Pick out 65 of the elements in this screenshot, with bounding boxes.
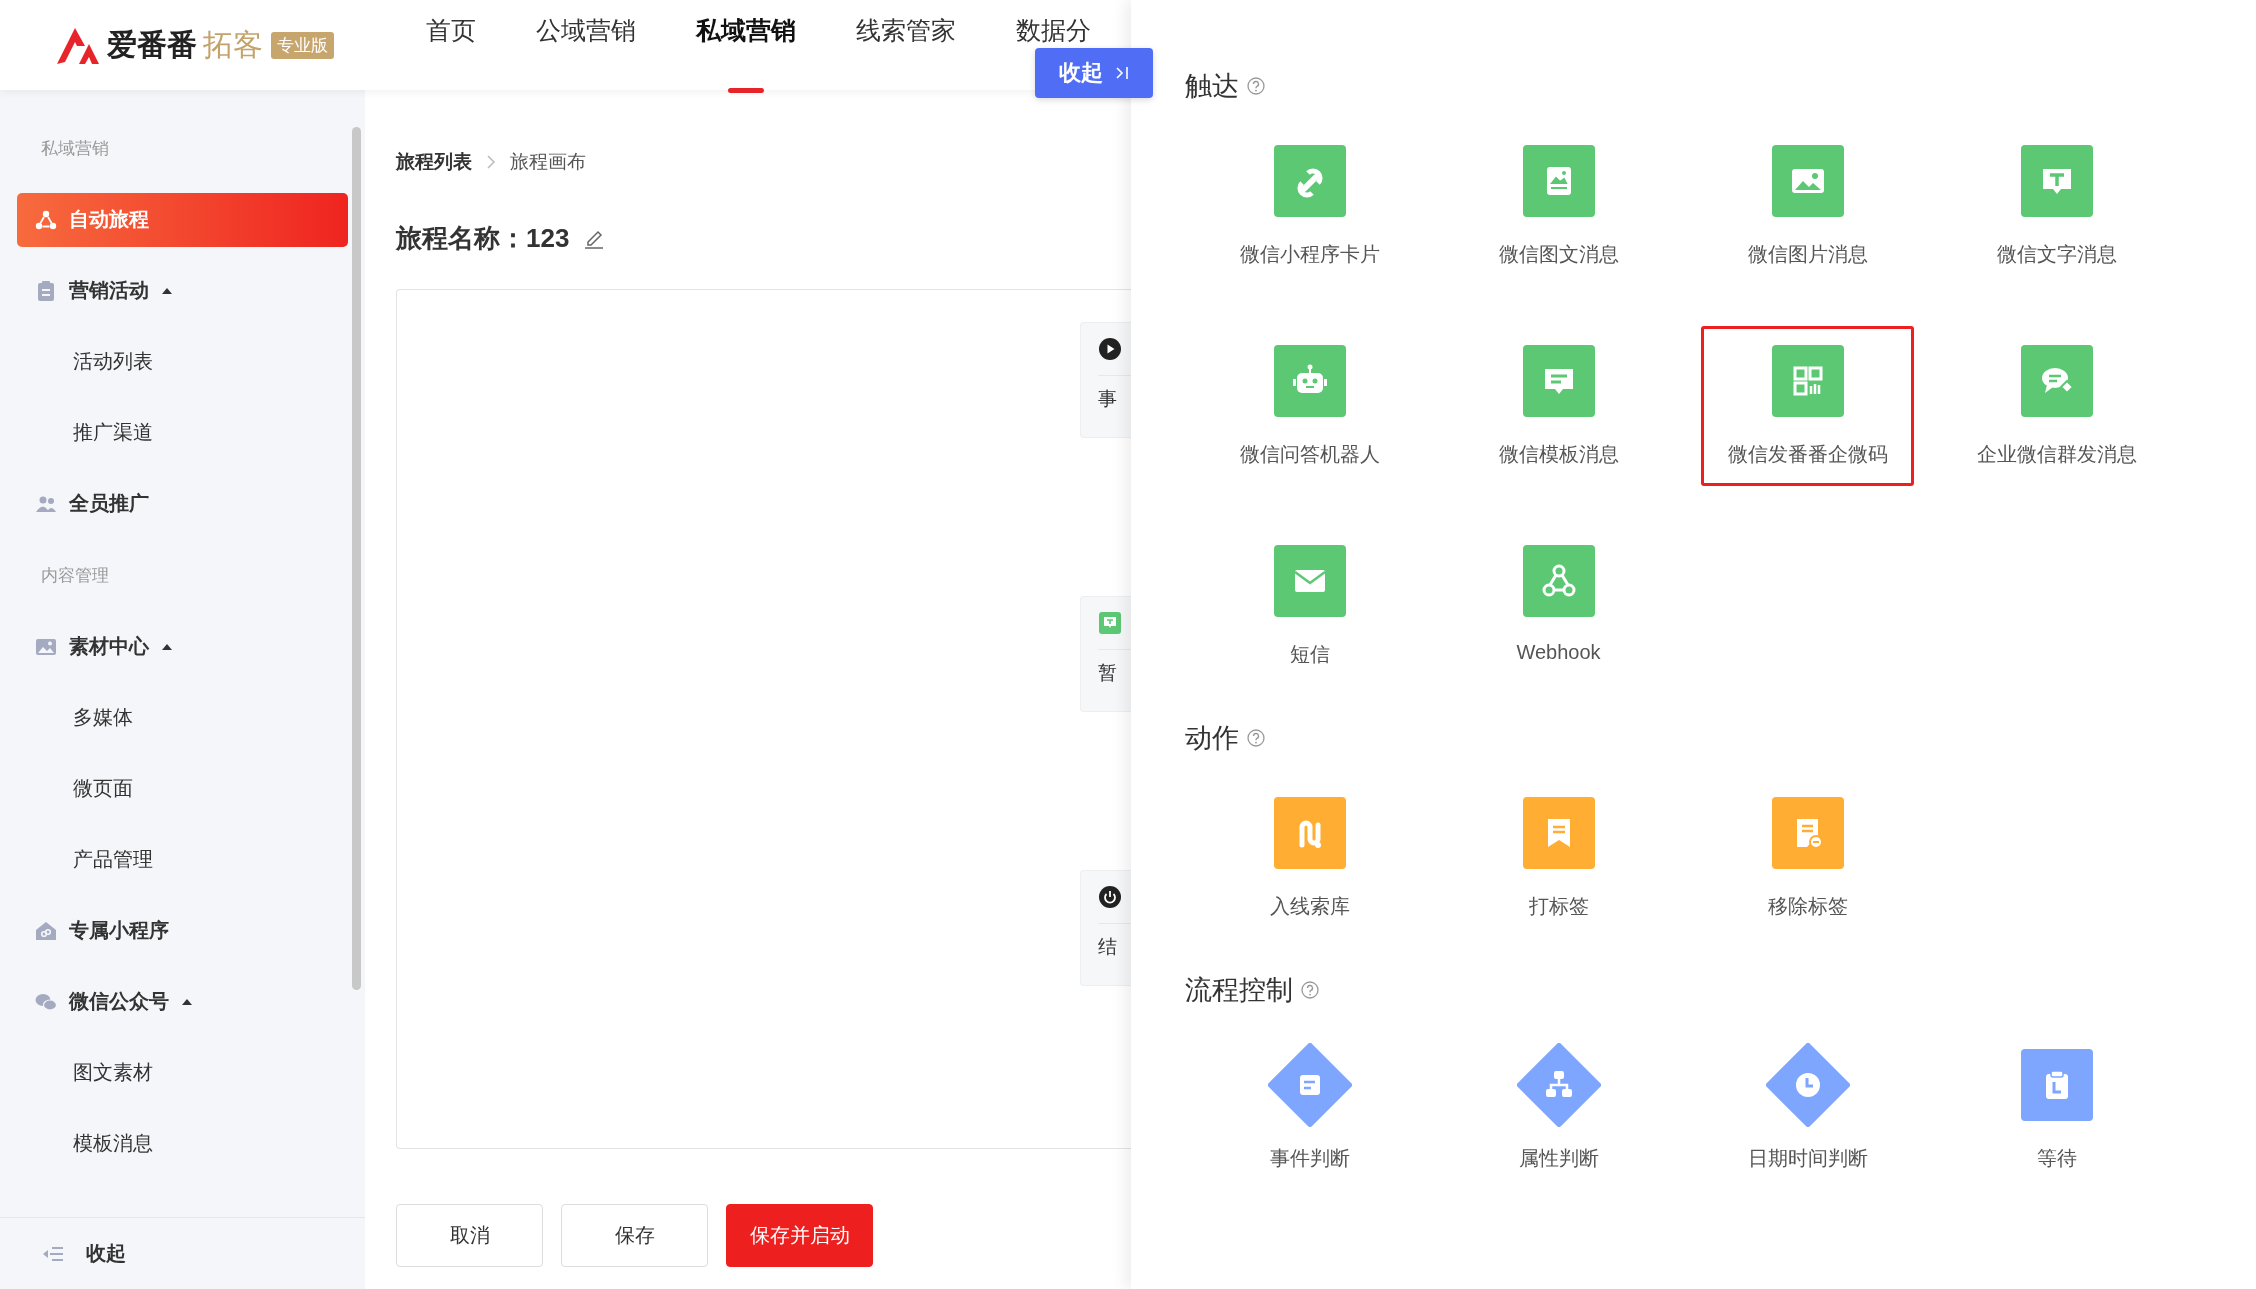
sidebar-subitem[interactable]: 活动列表 xyxy=(17,326,348,397)
sidebar-subitem[interactable]: 推广渠道 xyxy=(17,397,348,468)
node-type-item[interactable]: 微信发番番企微码 xyxy=(1701,326,1914,486)
section-title: 流程控制 xyxy=(1185,974,1293,1007)
nodes-icon xyxy=(35,208,57,231)
scrollbar[interactable] xyxy=(352,127,361,990)
section-title: 触达 xyxy=(1185,70,1239,103)
sidebar-item[interactable]: 全员推广 xyxy=(17,476,348,531)
chevron-icon xyxy=(486,154,496,170)
node-type-item[interactable]: 微信图片消息 xyxy=(1701,126,1914,286)
node-type-item[interactable]: 微信问答机器人 xyxy=(1203,326,1416,486)
flow-node[interactable]: 事 xyxy=(1080,322,1131,438)
collapse-icon xyxy=(1115,65,1129,81)
section-label: 内容管理 xyxy=(40,564,110,587)
power-icon xyxy=(1098,885,1122,909)
section-label: 私域营销 xyxy=(40,137,110,160)
node-type-item[interactable]: 企业微信群发消息 xyxy=(1950,326,2163,486)
node-type-item[interactable]: Webhook xyxy=(1452,526,1665,686)
section-title: 动作 xyxy=(1185,722,1239,755)
node-type-item[interactable]: 日期时间判断 xyxy=(1701,1030,1914,1190)
journey-title: 旅程名称：123 xyxy=(396,221,570,255)
home-icon xyxy=(35,919,57,942)
action-button[interactable]: 保存 xyxy=(561,1204,708,1267)
breadcrumb-link[interactable]: 旅程列表 xyxy=(396,149,472,175)
node-type-item[interactable]: 移除标签 xyxy=(1701,778,1914,938)
node-type-item[interactable]: 等待 xyxy=(1950,1030,2163,1190)
action-button[interactable]: 取消 xyxy=(396,1204,543,1267)
sidebar-item[interactable]: 专属小程序 xyxy=(17,903,348,958)
save-start-button[interactable]: 保存并启动 xyxy=(726,1204,873,1267)
node-type-item[interactable]: 入线索库 xyxy=(1203,778,1416,938)
collapse-sidebar-button[interactable]: 收起 xyxy=(42,1240,126,1267)
node-type-item[interactable]: 打标签 xyxy=(1452,778,1665,938)
collapse-button[interactable]: 收起 xyxy=(1035,48,1153,98)
node-type-item[interactable]: 属性判断 xyxy=(1452,1030,1665,1190)
play-icon xyxy=(1098,337,1122,361)
sidebar-subitem[interactable]: 产品管理 xyxy=(17,824,348,895)
message-icon xyxy=(1098,611,1122,635)
node-type-item[interactable]: 微信文字消息 xyxy=(1950,126,2163,286)
node-type-item[interactable]: 事件判断 xyxy=(1203,1030,1416,1190)
sidebar-item[interactable]: 素材中心 xyxy=(17,619,348,674)
breadcrumb-link[interactable]: 旅程画布 xyxy=(510,149,586,175)
flow-node[interactable]: 暂 xyxy=(1080,596,1131,712)
clipboard-icon xyxy=(35,279,57,302)
node-type-item[interactable]: 微信模板消息 xyxy=(1452,326,1665,486)
nav-tab[interactable]: 公域营销 xyxy=(536,14,636,46)
help-icon[interactable] xyxy=(1247,729,1265,747)
sidebar-item[interactable]: 营销活动 xyxy=(17,263,348,318)
sidebar-subitem[interactable]: 模板消息 xyxy=(17,1108,348,1179)
brand-name: 爱番番 xyxy=(107,26,197,63)
product-name: 拓客 xyxy=(203,26,263,63)
flow-node[interactable]: 结 xyxy=(1080,870,1131,986)
node-type-item[interactable]: 短信 xyxy=(1203,526,1416,686)
edition-badge: 专业版 xyxy=(271,31,334,59)
nav-tab[interactable]: 首页 xyxy=(426,14,476,46)
sidebar-subitem[interactable]: 多媒体 xyxy=(17,682,348,753)
nav-tab[interactable]: 数据分 xyxy=(1016,14,1091,46)
help-icon[interactable] xyxy=(1301,981,1319,999)
sidebar-subitem[interactable]: 图文素材 xyxy=(17,1037,348,1108)
node-type-item[interactable]: 微信图文消息 xyxy=(1452,126,1665,286)
node-type-item[interactable]: 微信小程序卡片 xyxy=(1203,126,1416,286)
sidebar-subitem[interactable]: 微页面 xyxy=(17,753,348,824)
help-icon[interactable] xyxy=(1247,77,1265,95)
sidebar-item[interactable]: 微信公众号 xyxy=(17,974,348,1029)
nav-tab[interactable]: 线索管家 xyxy=(856,14,956,46)
nav-tab[interactable]: 私域营销 xyxy=(696,14,796,46)
